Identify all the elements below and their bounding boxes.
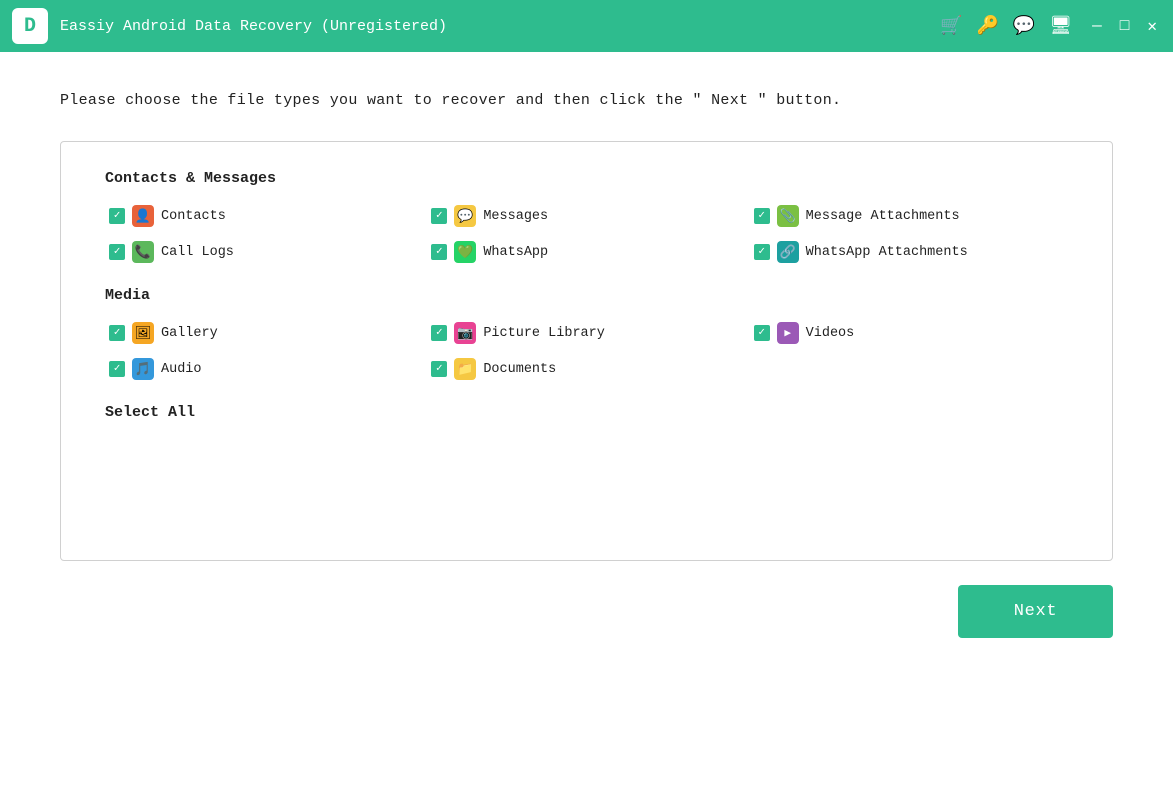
messages-item[interactable]: 💬 Messages (431, 205, 753, 227)
whatsapp-attachments-label: WhatsApp Attachments (806, 245, 968, 260)
videos-icon: ▶ (777, 322, 799, 344)
gallery-label: Gallery (161, 326, 218, 341)
call-logs-icon: 📞 (132, 241, 154, 263)
whatsapp-attachments-icon: 🔗 (777, 241, 799, 263)
audio-label: Audio (161, 362, 202, 377)
gallery-item[interactable]: 🖼 Gallery (109, 322, 431, 344)
instruction-text: Please choose the file types you want to… (60, 92, 1113, 109)
videos-checkbox[interactable] (754, 325, 770, 341)
documents-icon: 📁 (454, 358, 476, 380)
gallery-icon: 🖼 (132, 322, 154, 344)
message-attachments-checkbox[interactable] (754, 208, 770, 224)
contacts-messages-label: Contacts & Messages (105, 170, 276, 187)
contacts-icon: 👤 (132, 205, 154, 227)
documents-item[interactable]: 📁 Documents (431, 358, 753, 380)
media-section-header: Media (97, 287, 1076, 304)
messages-label: Messages (483, 209, 548, 224)
picture-library-label: Picture Library (483, 326, 605, 341)
media-label: Media (105, 287, 150, 304)
message-attachments-icon: 📎 (777, 205, 799, 227)
whatsapp-attachments-checkbox[interactable] (754, 244, 770, 260)
audio-checkbox[interactable] (109, 361, 125, 377)
window-controls: — □ ✕ (1088, 14, 1161, 38)
contacts-messages-grid: 👤 Contacts 💬 Messages 📎 Message Attachme… (109, 205, 1076, 263)
media-grid: 🖼 Gallery 📷 Picture Library ▶ Videos 🎵 A… (109, 322, 1076, 380)
messages-icon: 💬 (454, 205, 476, 227)
picture-library-icon: 📷 (454, 322, 476, 344)
documents-label: Documents (483, 362, 556, 377)
main-content: Please choose the file types you want to… (0, 52, 1173, 800)
minimize-button[interactable]: — (1088, 15, 1106, 37)
call-logs-label: Call Logs (161, 245, 234, 260)
whatsapp-checkbox[interactable] (431, 244, 447, 260)
audio-icon: 🎵 (132, 358, 154, 380)
screen-icon[interactable]: 🖥 (1049, 15, 1072, 37)
documents-checkbox[interactable] (431, 361, 447, 377)
picture-library-checkbox[interactable] (431, 325, 447, 341)
app-logo: D (12, 8, 48, 44)
whatsapp-attachments-item[interactable]: 🔗 WhatsApp Attachments (754, 241, 1076, 263)
message-attachments-label: Message Attachments (806, 209, 960, 224)
contacts-label: Contacts (161, 209, 226, 224)
contacts-checkbox[interactable] (109, 208, 125, 224)
select-all-label: Select All (105, 404, 195, 421)
cart-icon[interactable]: 🛒 (940, 15, 962, 37)
messages-checkbox[interactable] (431, 208, 447, 224)
picture-library-item[interactable]: 📷 Picture Library (431, 322, 753, 344)
key-icon[interactable]: 🔑 (976, 15, 998, 37)
whatsapp-item[interactable]: 💚 WhatsApp (431, 241, 753, 263)
contacts-item[interactable]: 👤 Contacts (109, 205, 431, 227)
toolbar-icons: 🛒 🔑 💬 🖥 (940, 15, 1072, 37)
contacts-messages-section-header: Contacts & Messages (97, 170, 1076, 187)
whatsapp-icon: 💚 (454, 241, 476, 263)
videos-item[interactable]: ▶ Videos (754, 322, 1076, 344)
maximize-button[interactable]: □ (1116, 15, 1134, 37)
call-logs-checkbox[interactable] (109, 244, 125, 260)
close-button[interactable]: ✕ (1143, 14, 1161, 38)
videos-label: Videos (806, 326, 855, 341)
file-types-panel: Contacts & Messages 👤 Contacts 💬 Message… (60, 141, 1113, 561)
call-logs-item[interactable]: 📞 Call Logs (109, 241, 431, 263)
message-attachments-item[interactable]: 📎 Message Attachments (754, 205, 1076, 227)
chat-icon[interactable]: 💬 (1013, 15, 1035, 37)
bottom-bar: Next (60, 585, 1113, 638)
select-all-row[interactable]: Select All (97, 404, 1076, 421)
titlebar: D Eassiy Android Data Recovery (Unregist… (0, 0, 1173, 52)
app-title: Eassiy Android Data Recovery (Unregister… (60, 18, 940, 35)
gallery-checkbox[interactable] (109, 325, 125, 341)
next-button[interactable]: Next (958, 585, 1113, 638)
audio-item[interactable]: 🎵 Audio (109, 358, 431, 380)
whatsapp-label: WhatsApp (483, 245, 548, 260)
